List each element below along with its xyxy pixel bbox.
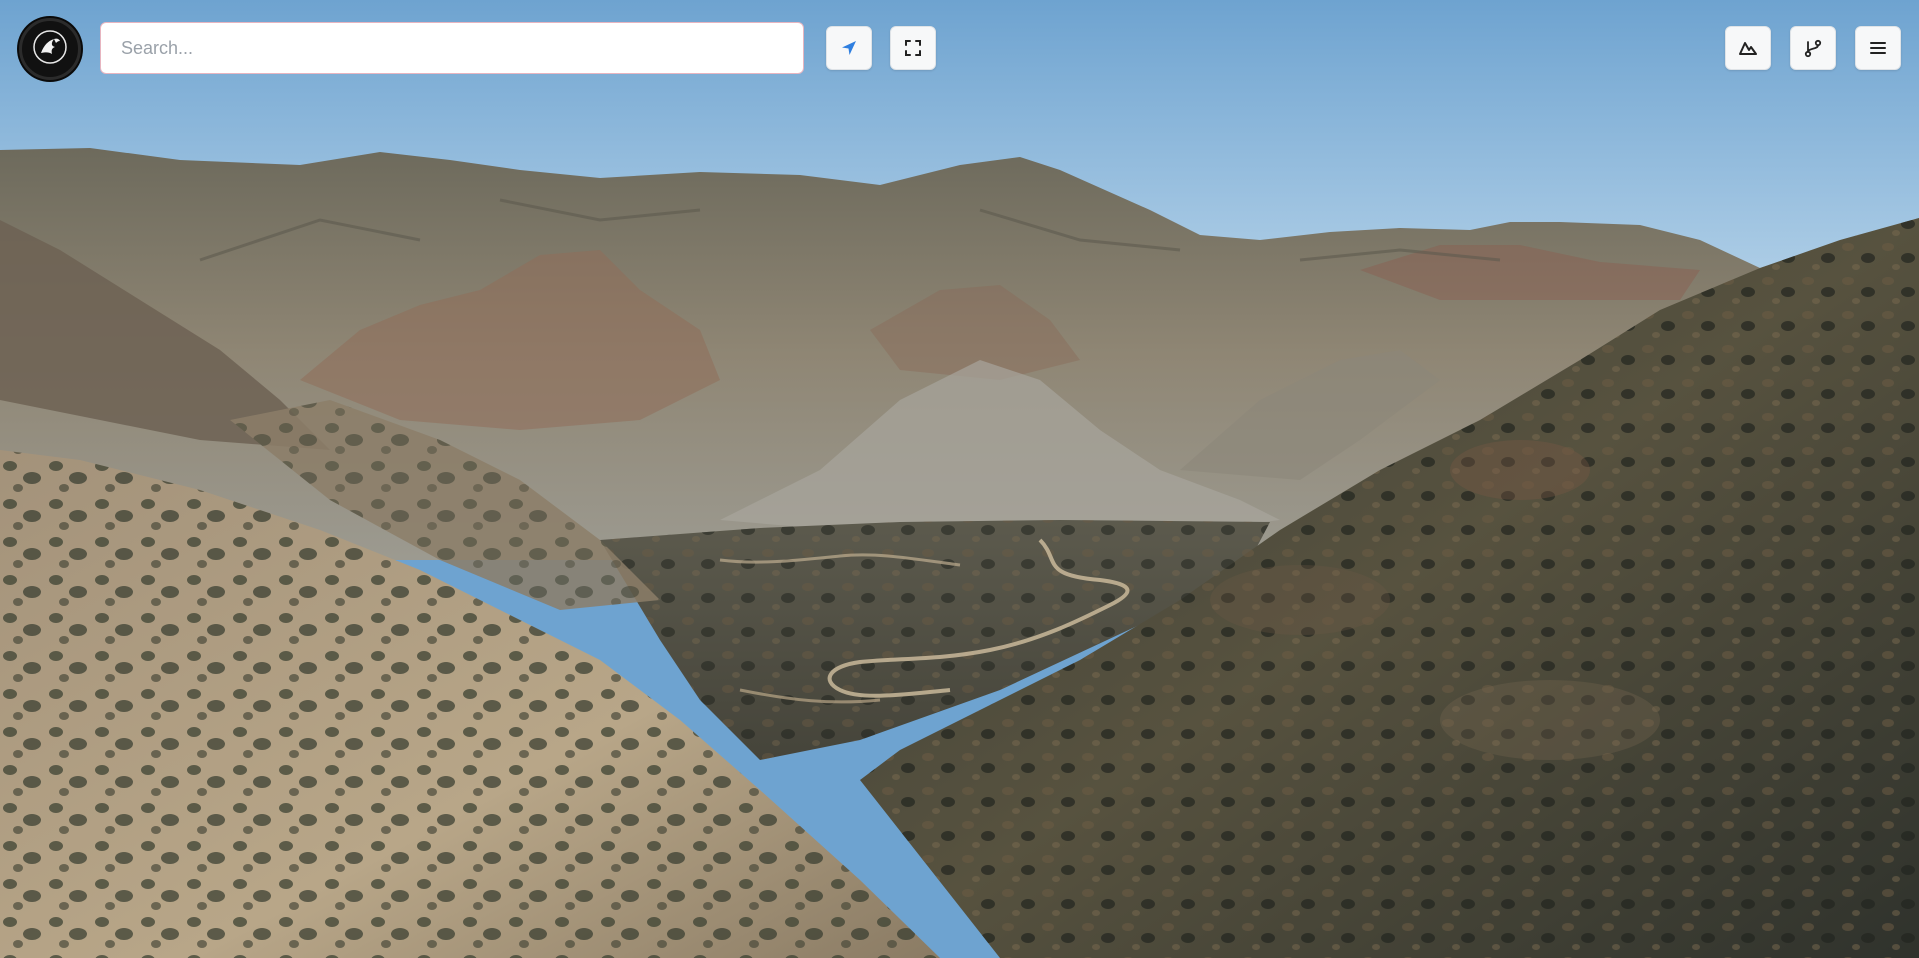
route-button[interactable]	[1790, 26, 1836, 70]
navigation-arrow-icon	[840, 39, 858, 57]
fullscreen-icon	[904, 39, 922, 57]
search-input[interactable]	[100, 22, 804, 74]
map-viewport[interactable]	[0, 0, 1919, 958]
route-branch-icon	[1803, 38, 1823, 58]
menu-button[interactable]	[1855, 26, 1901, 70]
terrain-button[interactable]	[1725, 26, 1771, 70]
phoenix-bird-icon	[30, 27, 70, 72]
terrain-scene	[0, 0, 1919, 958]
app-logo[interactable]	[19, 18, 81, 80]
fullscreen-button[interactable]	[890, 26, 936, 70]
mountain-icon	[1738, 39, 1758, 57]
locate-button[interactable]	[826, 26, 872, 70]
hamburger-menu-icon	[1869, 40, 1887, 56]
